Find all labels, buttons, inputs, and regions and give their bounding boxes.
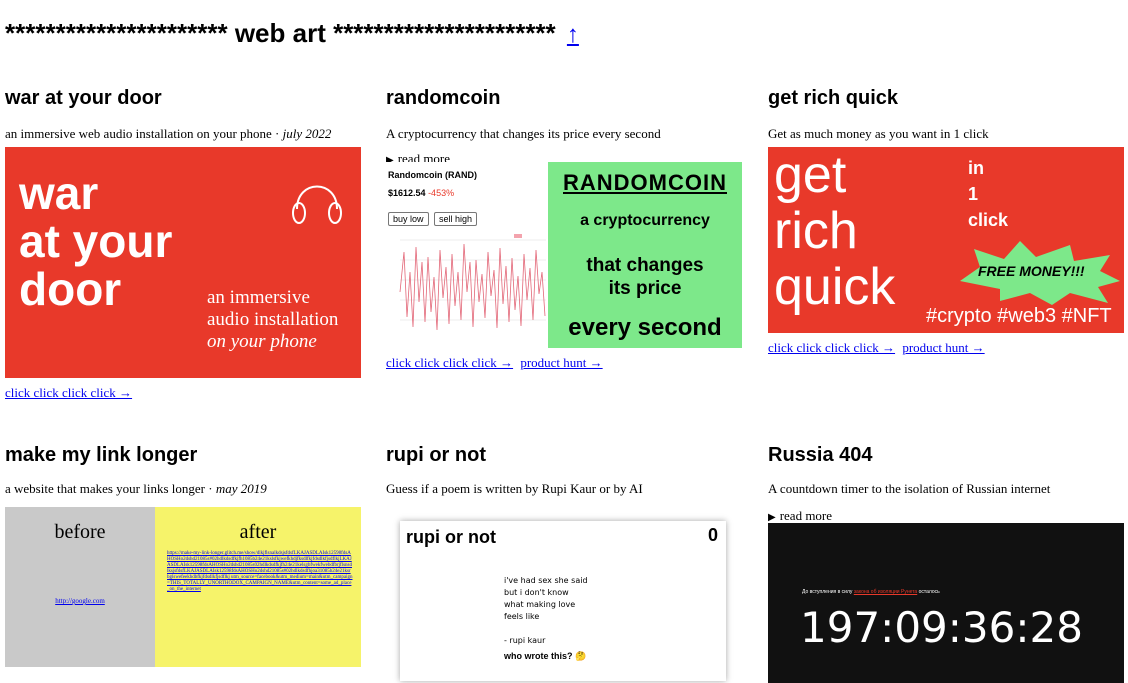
project-links: click click click click → product hunt → <box>386 355 607 371</box>
countdown-caption: До вступления в силу закона об изоляции … <box>802 589 940 595</box>
long-url: https://make-my-link-longer.glitch.me/sh… <box>167 551 353 592</box>
coin-price-panel: Randomcoin (RAND) $1612.54 -453% buy low… <box>386 162 548 348</box>
image-subtitle: an immersive audio installation on your … <box>207 287 339 352</box>
price-chart <box>399 234 546 331</box>
after-label: after <box>239 521 277 543</box>
poem-text: i've had sex she said but i don't know w… <box>504 576 588 645</box>
project-description: an immersive web audio installation on y… <box>5 126 332 141</box>
project-image[interactable]: before http://google.com after https://m… <box>5 507 361 667</box>
page-title-text: ********************** web art *********… <box>5 18 556 48</box>
project-image[interactable]: rupi or not 0 i've had sex she said but … <box>400 521 726 681</box>
project-links: click click click click → <box>5 385 136 401</box>
product-hunt-link[interactable]: product hunt → <box>520 355 602 370</box>
product-hunt-link[interactable]: product hunt → <box>902 340 984 355</box>
project-card-rupi-or-not: rupi or not Guess if a poem is written b… <box>386 443 742 681</box>
project-title: rupi or not <box>386 444 486 466</box>
image-side-text: in 1 click <box>968 158 1009 230</box>
image-headline: war at your door <box>19 167 173 315</box>
buy-low-button: buy low <box>388 212 429 226</box>
image-tags: #crypto #web3 #NFT <box>926 305 1112 327</box>
project-image[interactable]: war at your door an immersive audio inst… <box>5 147 361 378</box>
project-card-war-at-your-door: war at your door an immersive web audio … <box>5 86 361 400</box>
short-url: http://google.com <box>55 597 105 605</box>
project-title: make my link longer <box>5 444 198 466</box>
project-date: july 2022 <box>282 126 332 141</box>
coin-name: Randomcoin (RAND) <box>388 170 477 180</box>
project-card-make-my-link-longer: make my link longer a website that makes… <box>5 443 361 667</box>
read-more-toggle[interactable]: ▶ read more <box>768 508 832 524</box>
project-description: Get as much money as you want in 1 click <box>768 126 989 141</box>
headphones-icon <box>292 185 342 224</box>
visit-link[interactable]: click click click click → <box>5 385 132 400</box>
question-label: who wrote this? 🤔 <box>504 651 587 661</box>
coin-banner: RANDOMCOIN a cryptocurrency that changes… <box>548 162 742 348</box>
image-headline: get rich quick <box>774 147 896 316</box>
visit-link[interactable]: click click click click → <box>386 355 513 370</box>
app-heading: rupi or not <box>406 527 496 547</box>
triangle-right-icon: ▶ <box>768 512 776 523</box>
project-title: randomcoin <box>386 87 501 109</box>
project-description: a website that makes your links longer ·… <box>5 481 267 496</box>
project-description: A countdown timer to the isolation of Ru… <box>768 481 1051 496</box>
back-to-top-link[interactable]: ↑ <box>567 21 579 48</box>
before-panel: before http://google.com <box>5 507 155 667</box>
project-card-russia-404: Russia 404 A countdown timer to the isol… <box>768 443 1124 683</box>
sell-high-button: sell high <box>434 212 478 226</box>
project-links: click click click click → product hunt → <box>768 340 989 356</box>
project-image[interactable]: Randomcoin (RAND) $1612.54 -453% buy low… <box>386 162 742 348</box>
project-image[interactable]: get rich quick in 1 click FREE MONEY!!! … <box>768 147 1124 333</box>
score: 0 <box>707 525 718 545</box>
project-title: war at your door <box>5 87 162 109</box>
project-description: Guess if a poem is written by Rupi Kaur … <box>386 481 643 496</box>
countdown-timer: 197:09:36:28 <box>800 603 1083 652</box>
free-money-label: FREE MONEY!!! <box>978 263 1085 279</box>
price-change: -453% <box>428 188 455 198</box>
coin-price: $1612.54 -453% <box>388 188 455 198</box>
after-panel: after https://make-my-link-longer.glitch… <box>155 507 361 667</box>
before-label: before <box>54 521 106 543</box>
project-card-randomcoin: randomcoin A cryptocurrency that changes… <box>386 86 742 370</box>
project-card-get-rich-quick: get rich quick Get as much money as you … <box>768 86 1124 355</box>
project-description: A cryptocurrency that changes its price … <box>386 126 661 141</box>
project-title: get rich quick <box>768 87 899 109</box>
project-title: Russia 404 <box>768 444 873 466</box>
project-date: may 2019 <box>215 481 267 496</box>
visit-link[interactable]: click click click click → <box>768 340 895 355</box>
project-image[interactable]: До вступления в силу закона об изоляции … <box>768 523 1124 683</box>
page-title: ********************** web art *********… <box>5 18 579 49</box>
